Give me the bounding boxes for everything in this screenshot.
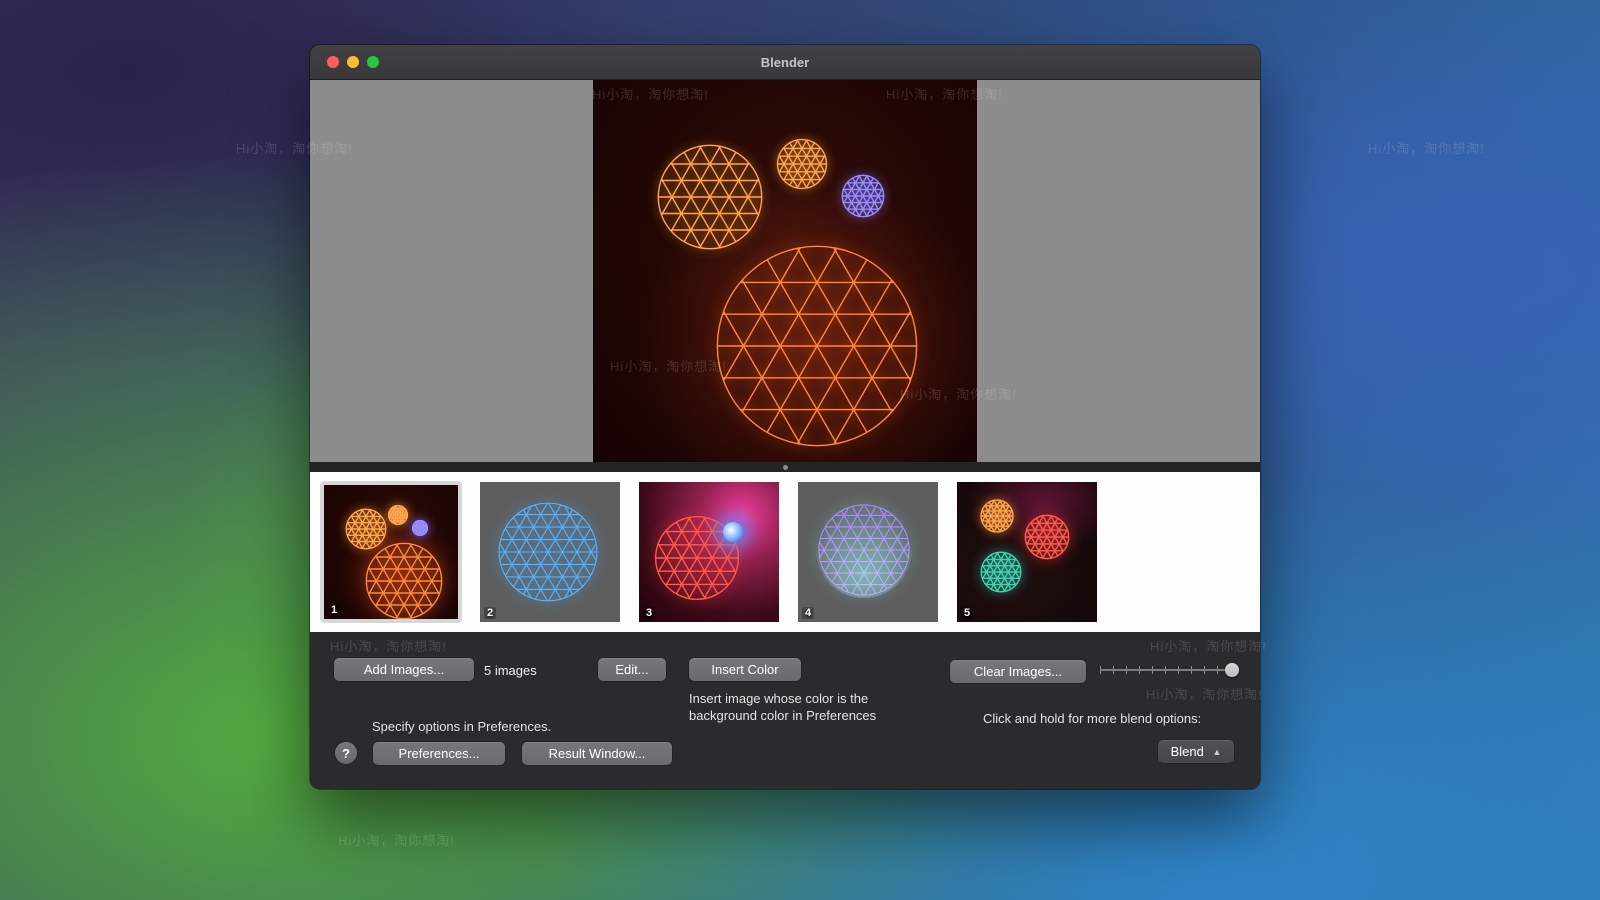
wireframe-sphere-icon [655,142,765,252]
thumbnail-number: 2 [484,607,496,619]
result-window-button[interactable]: Result Window... [522,742,672,765]
pager-dot-icon [783,465,788,470]
cyan-tint-overlay [816,502,912,598]
add-images-button[interactable]: Add Images... [334,658,474,681]
wireframe-sphere-icon [496,500,600,604]
control-panel: Add Images... 5 images Edit... Insert Co… [310,632,1260,789]
thumbnail-2[interactable]: 2 [480,482,620,622]
thumbnail-number: 3 [643,607,655,619]
insert-color-caption-line2: background color in Preferences [689,707,876,724]
preview-side-right [977,80,1260,462]
preview-image [593,80,977,462]
thumbnail-3[interactable]: 3 [639,482,779,622]
thumbnail-number: 5 [961,607,973,619]
thumbnail-number: 4 [802,607,814,619]
thumbnail-strip: 1 2 3 4 5 [310,472,1260,632]
thumbnail-number: 1 [328,604,340,616]
wireframe-sphere-icon [364,541,444,621]
preferences-button[interactable]: Preferences... [373,742,505,765]
wireframe-sphere-icon [841,174,885,218]
preview-side-left [310,80,593,462]
slider-track [1100,669,1238,671]
window-title: Blender [310,55,1260,70]
blend-hint-caption: Click and hold for more blend options: [983,710,1201,727]
wireframe-sphere-icon [980,499,1014,533]
wireframe-sphere-icon [776,138,828,190]
thumbnail-1[interactable]: 1 [321,482,461,622]
blend-button[interactable]: Blend ▲ [1158,740,1234,763]
chevron-up-icon: ▲ [1212,747,1221,757]
wireframe-sphere-icon [711,240,923,452]
insert-color-caption-line1: Insert image whose color is the [689,690,868,707]
clear-images-button[interactable]: Clear Images... [950,660,1086,683]
blend-options-slider[interactable] [1100,662,1238,678]
pager-strip [310,462,1260,472]
edit-button[interactable]: Edit... [598,658,666,681]
thumbnail-5[interactable]: 5 [957,482,1097,622]
watermark-text: Hi小淘，淘你想淘! [1368,138,1485,157]
specify-options-caption: Specify options in Preferences. [372,718,551,735]
insert-color-button[interactable]: Insert Color [689,658,801,681]
help-button[interactable]: ? [335,742,357,764]
blender-window: Blender 1 2 3 [310,45,1260,789]
thumbnail-4[interactable]: 4 [798,482,938,622]
wireframe-sphere-icon [412,520,428,536]
wireframe-sphere-icon [1024,514,1070,560]
images-count-label: 5 images [484,663,537,678]
wireframe-sphere-icon [388,505,408,525]
slider-knob[interactable] [1225,663,1239,677]
title-bar[interactable]: Blender [310,45,1260,80]
watermark-text: Hi小淘，淘你想淘! [338,830,455,849]
blend-button-label: Blend [1171,744,1204,759]
wireframe-sphere-icon [980,551,1022,593]
preview-area [310,80,1260,462]
glow-ball-icon [723,522,743,542]
